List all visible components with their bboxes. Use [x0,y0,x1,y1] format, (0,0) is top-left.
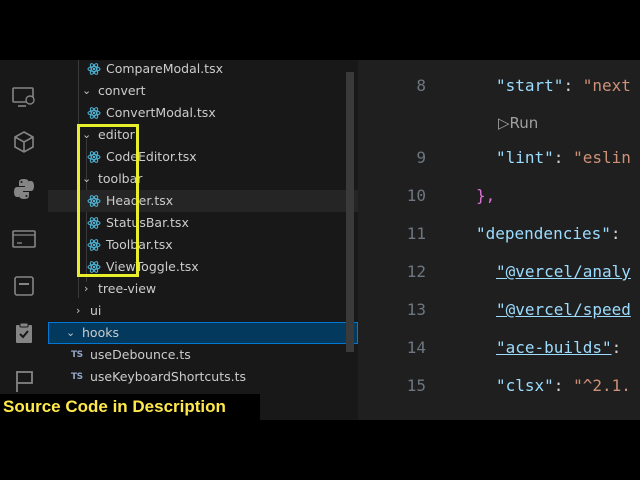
codelens-run[interactable]: ▷Run [498,114,538,132]
folder-label: ui [90,303,102,318]
terminal-panel-icon[interactable] [11,226,37,252]
json-value: "next [582,76,631,95]
flag-icon[interactable] [11,368,37,394]
codelens-label: Run [509,114,539,132]
tree-file-usekeyboardshortcuts[interactable]: TS useKeyboardShortcuts.ts [48,366,358,388]
code-line: "dependencies": [476,224,621,243]
react-file-icon [86,61,102,77]
line-number: 9 [416,148,426,167]
file-label: useDebounce.ts [90,347,191,362]
line-number: 15 [406,376,426,395]
folder-label: tree-view [98,281,157,296]
python-icon[interactable] [11,176,37,202]
line-number: 14 [406,338,426,357]
json-value: "eslin [573,148,631,167]
letterbox-top [0,0,640,60]
code-line: "ace-builds": [496,338,622,357]
line-number: 8 [416,76,426,95]
tree-folder-hooks[interactable]: ⌄ hooks [48,322,358,344]
remote-explorer-icon[interactable] [11,84,37,110]
line-number: 10 [406,186,426,205]
tree-folder-tree-view[interactable]: › tree-view [48,278,358,300]
file-label: ConvertModal.tsx [106,105,216,120]
code-editor[interactable]: 8 "start": "next ▷Run 9 "lint": "eslin 1… [358,60,640,420]
json-key: "clsx" [496,376,554,395]
highlight-annotation-box [77,124,139,277]
code-line: "@vercel/analy [496,262,631,281]
chevron-right-icon: › [84,282,89,295]
file-label: useKeyboardShortcuts.ts [90,369,247,384]
window-icon[interactable] [11,273,37,299]
code-line: "lint": "eslin [496,148,631,167]
code-line: "clsx": "^2.1. [496,376,631,395]
tree-folder-convert[interactable]: ⌄ convert [48,80,358,102]
json-key: "@vercel/analy [496,262,631,281]
caption-banner: Source Code in Description [0,394,260,420]
json-key: "ace-builds" [496,338,612,357]
tree-file-comparemodal[interactable]: CompareModal.tsx [48,60,358,80]
line-number: 11 [406,224,426,243]
code-line: "@vercel/speed [496,300,631,319]
json-key: "start" [496,76,564,95]
chevron-right-icon: › [76,304,81,317]
clipboard-check-icon[interactable] [11,320,37,346]
json-key: "lint" [496,148,554,167]
letterbox-bottom [0,420,640,480]
typescript-file-icon: TS [71,350,83,360]
tree-file-usedebounce[interactable]: TS useDebounce.ts [48,344,358,366]
chevron-down-icon: ⌄ [82,84,92,97]
code-line: }, [476,186,496,205]
box-extension-icon[interactable] [11,129,37,155]
run-icon: ▷ [498,114,510,132]
typescript-file-icon: TS [71,372,83,382]
folder-label: convert [98,83,146,98]
json-value: "^2.1. [573,376,631,395]
chevron-down-icon: ⌄ [66,326,76,339]
json-key: "@vercel/speed [496,300,631,319]
folder-label: hooks [82,325,119,340]
activity-bar [0,60,48,420]
code-line: "start": "next [496,76,631,95]
line-number: 13 [406,300,426,319]
react-file-icon [86,105,102,121]
file-label: CompareModal.tsx [106,61,223,76]
explorer-scrollbar[interactable] [346,72,354,352]
tree-folder-ui[interactable]: › ui [48,300,358,322]
json-key: "dependencies" [476,224,611,243]
line-number: 12 [406,262,426,281]
tree-file-convertmodal[interactable]: ConvertModal.tsx [48,102,358,124]
